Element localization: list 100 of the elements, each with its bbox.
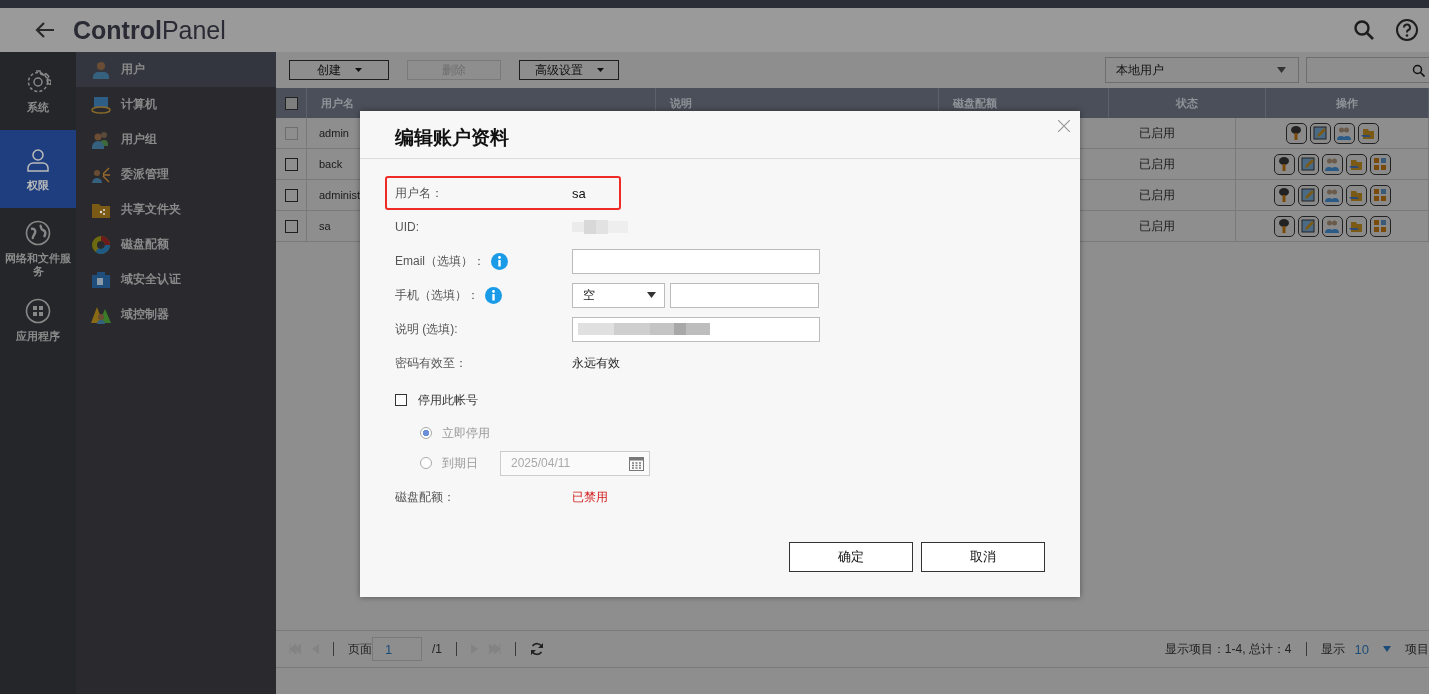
item-summary: 显示项目：1-4, 总计：4: [1164, 640, 1292, 658]
folder-button[interactable]: [1357, 122, 1379, 144]
key-button[interactable]: [1273, 184, 1295, 206]
row-checkbox[interactable]: [284, 188, 298, 202]
field-value: 已禁用: [572, 488, 608, 506]
field-label: 用户名：: [395, 184, 443, 202]
phone-field[interactable]: [670, 282, 819, 308]
people-icon: [1324, 218, 1340, 234]
per-page-dropdown[interactable]: 10: [1354, 641, 1391, 657]
items-label: 项目: [1405, 640, 1429, 658]
grid-icon: [1372, 218, 1388, 234]
key-icon: [1288, 125, 1304, 141]
id-badge-icon: [91, 269, 111, 290]
key-button[interactable]: [1273, 153, 1295, 175]
people-button[interactable]: [1321, 153, 1343, 175]
key-icon: [1276, 187, 1292, 203]
checkbox[interactable]: [395, 394, 407, 406]
page-label: 页面: [348, 640, 372, 658]
field-value: 永远有效: [572, 354, 620, 372]
edit-icon: [1300, 156, 1316, 172]
gear-icon: [25, 68, 51, 95]
grid-button[interactable]: [1369, 153, 1391, 175]
search-icon[interactable]: [1353, 19, 1375, 41]
column-header: 操作: [1266, 88, 1429, 118]
nav-item[interactable]: 应用程序: [0, 290, 76, 350]
submenu-item[interactable]: 用户组: [76, 122, 276, 157]
blur-drawing: [572, 220, 628, 234]
row-checkbox[interactable]: [284, 219, 298, 233]
select-all-checkbox[interactable]: [284, 96, 298, 110]
field-label: 磁盘配额：: [395, 488, 455, 506]
info-icon[interactable]: [485, 286, 502, 304]
folder-button[interactable]: [1345, 153, 1367, 175]
edit-button[interactable]: [1309, 122, 1331, 144]
show-label: 显示: [1320, 640, 1345, 658]
calendar-icon[interactable]: [629, 455, 644, 471]
field-label: UID:: [395, 220, 419, 234]
people-button[interactable]: [1321, 184, 1343, 206]
submenu-item[interactable]: 委派管理: [76, 157, 276, 192]
edit-icon: [1300, 218, 1316, 234]
page-input[interactable]: 1: [372, 637, 422, 661]
table-cell: 已启用: [1139, 217, 1175, 235]
filter-dropdown[interactable]: 本地用户: [1105, 57, 1299, 83]
submenu-item[interactable]: 共享文件夹: [76, 192, 276, 227]
radio-button[interactable]: [420, 457, 432, 469]
help-icon[interactable]: [1395, 18, 1419, 42]
nav-item[interactable]: 系统: [0, 52, 76, 130]
edit-button[interactable]: [1297, 215, 1319, 237]
nav-item[interactable]: 权限: [0, 130, 76, 208]
cancel-button[interactable]: 取消: [921, 542, 1045, 572]
email-field[interactable]: [572, 248, 820, 274]
date-field[interactable]: 2025/04/11: [500, 450, 650, 476]
table-cell: admin: [319, 127, 349, 139]
people-icon: [91, 129, 111, 150]
person-icon: [91, 59, 111, 80]
column-header: 状态: [1109, 88, 1266, 118]
folder-button[interactable]: [1345, 215, 1367, 237]
field-label: Email（选填）：: [395, 252, 485, 270]
nav-item[interactable]: 网络和文件服务: [0, 208, 76, 290]
close-icon[interactable]: [1058, 120, 1070, 132]
info-icon[interactable]: [491, 252, 508, 270]
folder-button[interactable]: [1345, 184, 1367, 206]
caret-icon: [1277, 67, 1286, 73]
submenu-item[interactable]: 计算机: [76, 87, 276, 122]
table-cell: back: [319, 158, 343, 170]
back-arrow-icon[interactable]: [35, 21, 55, 39]
computer-icon: [91, 94, 111, 115]
country-code-dropdown[interactable]: 空: [572, 282, 665, 308]
key-button[interactable]: [1285, 122, 1307, 144]
refresh-icon[interactable]: [530, 642, 544, 656]
people-button[interactable]: [1321, 215, 1343, 237]
description-field[interactable]: [572, 316, 820, 342]
submenu-item[interactable]: 用户: [76, 52, 276, 87]
radio-button[interactable]: [420, 427, 432, 439]
search-icon: [1412, 63, 1425, 77]
toolbar-button[interactable]: 高级设置: [519, 60, 619, 80]
grid-button[interactable]: [1369, 215, 1391, 237]
submenu-item[interactable]: 磁盘配额: [76, 227, 276, 262]
globe-icon: [25, 220, 51, 246]
radio-label: 到期日: [442, 454, 479, 472]
edit-button[interactable]: [1297, 153, 1319, 175]
checkbox-label: 停用此帐号: [418, 391, 478, 409]
person-icon: [25, 146, 51, 173]
grid-button[interactable]: [1369, 184, 1391, 206]
submenu-item[interactable]: 域控制器: [76, 297, 276, 332]
row-checkbox[interactable]: [284, 157, 298, 171]
field-value: sa: [572, 185, 586, 201]
table-cell: 已启用: [1139, 155, 1175, 173]
edit-button[interactable]: [1297, 184, 1319, 206]
field-label: 密码有效至：: [395, 354, 467, 372]
toolbar-button[interactable]: 创建: [289, 60, 389, 80]
submenu-item[interactable]: 域安全认证: [76, 262, 276, 297]
search-field[interactable]: [1306, 57, 1429, 83]
key-button[interactable]: [1273, 215, 1295, 237]
table-cell: 已启用: [1139, 186, 1175, 204]
edit-icon: [1300, 187, 1316, 203]
edit-icon: [1312, 125, 1328, 141]
grid-icon: [1372, 187, 1388, 203]
ok-button[interactable]: 确定: [789, 542, 913, 572]
people-button[interactable]: [1333, 122, 1355, 144]
table-cell: administ: [319, 189, 360, 201]
